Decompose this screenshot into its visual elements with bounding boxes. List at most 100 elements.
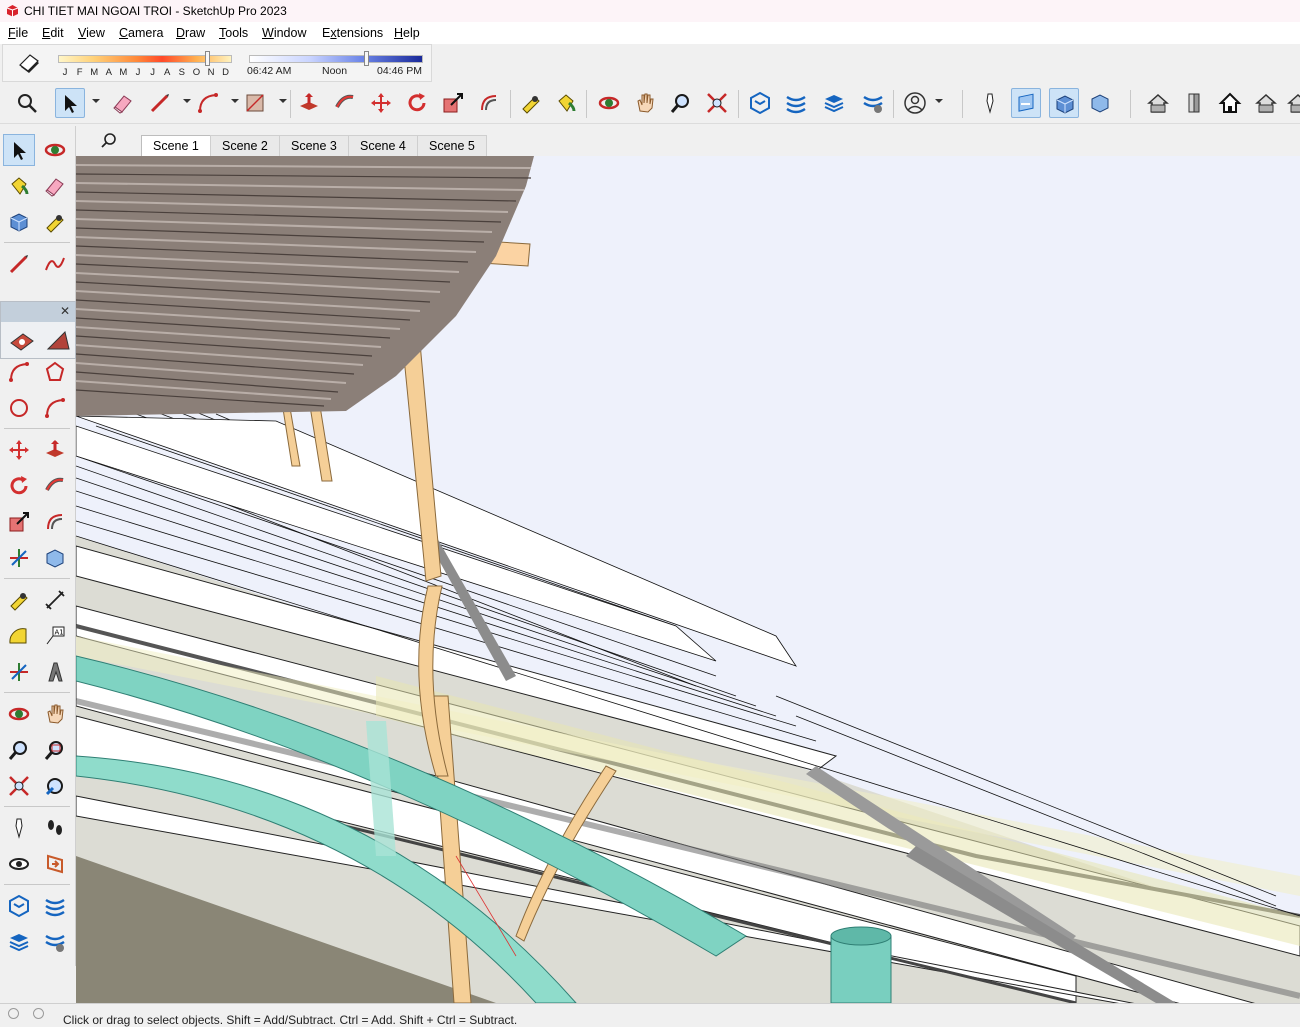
warehouse-button[interactable] [745,88,775,118]
walk-tool-button[interactable] [39,812,71,844]
sandbox-button[interactable] [858,88,888,118]
tape-measure-button[interactable] [516,88,546,118]
house-button[interactable] [1283,88,1300,118]
zoom-window-tool-button[interactable] [39,734,71,766]
time-slider-thumb[interactable] [364,51,370,66]
push-pull-tool-button[interactable] [39,434,71,466]
previous-view-tool-button[interactable] [39,770,71,802]
eraser-button[interactable] [108,88,138,118]
tape-measure-tool-button[interactable] [39,206,71,238]
orbit-tool-button[interactable] [3,698,35,730]
position-camera-tool-button[interactable] [3,812,35,844]
section-display-button[interactable] [1011,88,1041,118]
polygon-tool-button[interactable] [39,356,71,388]
menu-camera[interactable]: Camera [119,26,163,40]
geo-location-icon[interactable] [8,1008,19,1019]
scene-tab-2[interactable]: Scene 2 [210,135,280,156]
close-icon[interactable]: ✕ [60,304,70,318]
select-tool-button[interactable] [3,134,35,166]
menu-window[interactable]: Window [262,26,306,40]
circle-tool-button[interactable] [3,392,35,424]
account-button[interactable] [900,88,930,118]
house-button[interactable] [1251,88,1281,118]
rotate-tool-button[interactable] [3,470,35,502]
zoom-extents2-button[interactable] [702,88,732,118]
tape-measure-tool-button[interactable] [3,584,35,616]
paint-bucket-tool-button[interactable] [3,170,35,202]
layer-button[interactable] [819,88,849,118]
text-tool-button[interactable]: A1 [39,620,71,652]
orbit-tool-button[interactable] [39,134,71,166]
pan-button[interactable] [630,88,660,118]
time-slider[interactable] [249,55,423,63]
warehouse-tool-button[interactable] [3,890,35,922]
section-plane-tool-button[interactable] [39,848,71,880]
select-button[interactable] [55,88,85,118]
offset-button[interactable] [474,88,504,118]
rotate-button[interactable] [402,88,432,118]
menu-tools[interactable]: Tools [219,26,248,40]
zoom-extents-button[interactable] [12,88,42,118]
move-button[interactable] [366,88,396,118]
look-around-tool-button[interactable] [3,848,35,880]
axes-tool-button[interactable] [3,656,35,688]
chevron-down-icon[interactable] [92,99,100,103]
month-slider-thumb[interactable] [204,51,210,66]
section-fill-button[interactable] [1049,88,1079,118]
iso-view-button[interactable] [1085,88,1115,118]
zoom-extents2-tool-button[interactable] [3,770,35,802]
freehand-tool-button[interactable] [39,248,71,280]
chevron-down-icon[interactable] [183,99,191,103]
follow-me-button[interactable] [330,88,360,118]
scene-tab-3[interactable]: Scene 3 [279,135,349,156]
scene-tab-1[interactable]: Scene 1 [141,135,211,156]
protractor-tool-button[interactable] [3,620,35,652]
pan-tool-button[interactable] [39,698,71,730]
line-button[interactable] [145,88,175,118]
menu-help[interactable]: Help [394,26,420,40]
home-view-button[interactable] [1215,88,1245,118]
position-camera-button[interactable] [975,88,1005,118]
layer-tool-button[interactable] [3,926,35,958]
model-viewport[interactable] [76,156,1300,1003]
menu-edit[interactable]: Edit [42,26,64,40]
offset-tool-button[interactable] [39,506,71,538]
zoom-tool-button[interactable] [3,734,35,766]
dimension-tool-button[interactable] [39,584,71,616]
shadow-toggle-icon[interactable] [17,53,43,75]
sandbox-from-contours-icon[interactable] [9,329,35,353]
sandbox-from-scratch-icon[interactable] [45,329,71,353]
info-icon[interactable] [33,1008,44,1019]
scale-button[interactable] [438,88,468,118]
zoom-button[interactable] [666,88,696,118]
extension-warehouse-tool-button[interactable] [39,890,71,922]
iso-view-tool-button[interactable] [39,542,71,574]
arc-tool-button[interactable] [39,392,71,424]
chevron-down-icon[interactable] [231,99,239,103]
paint-bucket-button[interactable] [551,88,581,118]
front-view-button[interactable] [1179,88,1209,118]
chevron-down-icon[interactable] [279,99,287,103]
scene-tab-5[interactable]: Scene 5 [417,135,487,156]
move-tool-button[interactable] [3,434,35,466]
eraser-tool-button[interactable] [39,170,71,202]
3d-text-tool-button[interactable] [39,656,71,688]
menu-draw[interactable]: Draw [176,26,205,40]
axes-tool-button[interactable] [3,542,35,574]
arc-tool-button[interactable] [3,356,35,388]
sandbox-tool-button[interactable] [39,926,71,958]
push-pull-button[interactable] [294,88,324,118]
rectangle-button[interactable] [240,88,270,118]
chevron-down-icon[interactable] [935,99,943,103]
extension-warehouse-button[interactable] [781,88,811,118]
section-fill-tool-button[interactable] [3,206,35,238]
house-button[interactable] [1143,88,1173,118]
menu-file[interactable]: File [8,26,28,40]
arc-button[interactable] [193,88,223,118]
scale-tool-button[interactable] [3,506,35,538]
menu-view[interactable]: View [78,26,105,40]
scene-tab-4[interactable]: Scene 4 [348,135,418,156]
line-tool-button[interactable] [3,248,35,280]
menu-extensions[interactable]: Extensions [322,26,383,40]
search-icon[interactable] [100,132,118,150]
